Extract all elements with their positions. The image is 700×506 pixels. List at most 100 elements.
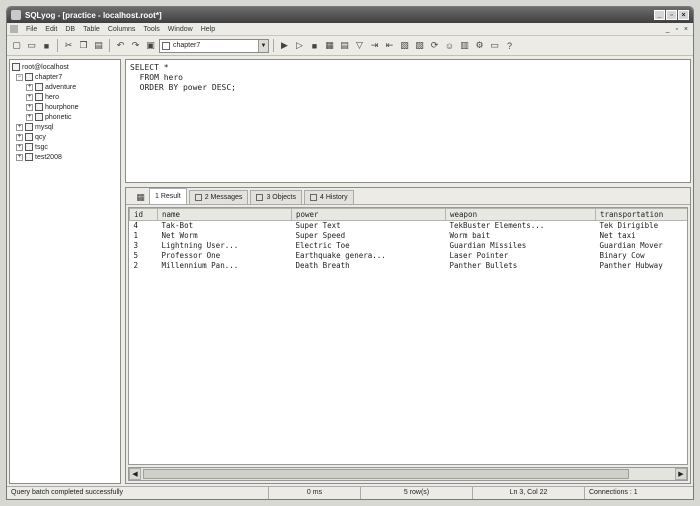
scroll-right-icon[interactable]: ▶: [675, 468, 687, 480]
stop-icon[interactable]: ■: [308, 39, 321, 52]
collapse-icon[interactable]: −: [16, 73, 23, 81]
table-row[interactable]: 5 Professor One Earthquake genera... Las…: [130, 251, 688, 261]
tree-db-test2008[interactable]: + test2008: [12, 152, 118, 162]
expand-icon[interactable]: +: [16, 143, 23, 151]
tab-history[interactable]: 4 History: [304, 190, 354, 204]
tree-table-hero[interactable]: + hero: [12, 92, 118, 102]
table-cell[interactable]: Laser Pointer: [446, 251, 596, 261]
expand-icon[interactable]: +: [16, 133, 23, 141]
column-header-weapon[interactable]: weapon: [445, 208, 596, 221]
mdi-controls[interactable]: _ ▫ ×: [666, 26, 690, 33]
table-row[interactable]: 2 Millennium Pan... Death Breath Panther…: [130, 261, 688, 271]
table-cell[interactable]: 1: [130, 231, 158, 241]
menu-edit[interactable]: Edit: [41, 26, 61, 33]
table-cell[interactable]: Tak-Bot: [158, 221, 292, 231]
export-icon[interactable]: ⇥: [368, 39, 381, 52]
new-file-icon[interactable]: ▢: [10, 39, 23, 52]
import-icon[interactable]: ⇤: [383, 39, 396, 52]
execute-query-icon[interactable]: ▶: [278, 39, 291, 52]
table-row[interactable]: 1 Net Worm Super Speed Worm bait Net tax…: [130, 231, 688, 241]
query-editor[interactable]: SELECT * FROM hero ORDER BY power DESC;: [125, 59, 691, 183]
table-cell[interactable]: Panther Hubway: [596, 261, 688, 271]
table-cell[interactable]: Net Worm: [158, 231, 292, 241]
column-header-id[interactable]: id: [129, 208, 158, 221]
table-cell[interactable]: Death Breath: [292, 261, 446, 271]
table-cell[interactable]: Binary Cow: [596, 251, 688, 261]
column-header-name[interactable]: name: [157, 208, 292, 221]
grid-icon[interactable]: ▤: [338, 39, 351, 52]
menu-columns[interactable]: Columns: [104, 26, 140, 33]
user-icon[interactable]: ☺: [443, 39, 456, 52]
execute-all-icon[interactable]: ▷: [293, 39, 306, 52]
sync-icon[interactable]: ⟳: [428, 39, 441, 52]
tree-db-tsgc[interactable]: + tsgc: [12, 142, 118, 152]
tools-icon[interactable]: ⚙: [473, 39, 486, 52]
table-cell[interactable]: 3: [130, 241, 158, 251]
result-grid[interactable]: id name power weapon transportation 4 Ta…: [128, 207, 688, 465]
expand-icon[interactable]: +: [26, 103, 33, 111]
table-cell[interactable]: Millennium Pan...: [158, 261, 292, 271]
table-cell[interactable]: Electric Toe: [292, 241, 446, 251]
table-icon[interactable]: ▦: [323, 39, 336, 52]
filter-icon[interactable]: ▽: [353, 39, 366, 52]
table-cell[interactable]: 4: [130, 221, 158, 231]
table-cell[interactable]: 2: [130, 261, 158, 271]
schema-icon[interactable]: ▧: [398, 39, 411, 52]
undo-icon[interactable]: ↶: [114, 39, 127, 52]
open-file-icon[interactable]: ▭: [25, 39, 38, 52]
table-cell[interactable]: Earthquake genera...: [292, 251, 446, 261]
scroll-left-icon[interactable]: ◀: [129, 468, 141, 480]
chart-icon[interactable]: ▥: [458, 39, 471, 52]
close-button[interactable]: ×: [678, 10, 689, 20]
tree-root[interactable]: root@localhost: [12, 62, 118, 72]
expand-icon[interactable]: +: [16, 153, 23, 161]
cut-icon[interactable]: ✂: [62, 39, 75, 52]
tree-db-mysql[interactable]: + mysql: [12, 122, 118, 132]
chevron-down-icon[interactable]: ▼: [258, 39, 268, 52]
table-cell[interactable]: Professor One: [158, 251, 292, 261]
tab-result[interactable]: 1 Result: [149, 188, 187, 204]
table-cell[interactable]: Guardian Mover: [596, 241, 688, 251]
column-header-power[interactable]: power: [291, 208, 446, 221]
copy-icon[interactable]: ❐: [77, 39, 90, 52]
table-cell[interactable]: TekBuster Elements...: [446, 221, 596, 231]
scroll-track[interactable]: [141, 468, 675, 480]
horizontal-scrollbar[interactable]: ◀ ▶: [128, 467, 688, 481]
table-cell[interactable]: Guardian Missiles: [446, 241, 596, 251]
tree-db-chapter7[interactable]: − chapter7: [12, 72, 118, 82]
table-cell[interactable]: Worm bait: [446, 231, 596, 241]
menu-help[interactable]: Help: [197, 26, 219, 33]
table-cell[interactable]: Super Speed: [292, 231, 446, 241]
expand-icon[interactable]: +: [26, 83, 33, 91]
tree-table-adventure[interactable]: + adventure: [12, 82, 118, 92]
table-cell[interactable]: Panther Bullets: [446, 261, 596, 271]
menu-file[interactable]: File: [22, 26, 41, 33]
table-row[interactable]: 3 Lightning User... Electric Toe Guardia…: [130, 241, 688, 251]
tab-messages[interactable]: 2 Messages: [188, 190, 249, 204]
menu-db[interactable]: DB: [61, 26, 79, 33]
table-cell[interactable]: Net taxi: [596, 231, 688, 241]
menu-window[interactable]: Window: [164, 26, 197, 33]
tree-table-phonetic[interactable]: + phonetic: [12, 112, 118, 122]
tree-db-qcy[interactable]: + qcy: [12, 132, 118, 142]
expand-icon[interactable]: +: [26, 93, 33, 101]
backup-icon[interactable]: ▨: [413, 39, 426, 52]
maximize-button[interactable]: ▫: [666, 10, 677, 20]
table-cell[interactable]: Super Text: [292, 221, 446, 231]
scroll-thumb[interactable]: [143, 469, 629, 479]
table-cell[interactable]: 5: [130, 251, 158, 261]
menu-tools[interactable]: Tools: [139, 26, 163, 33]
table-row[interactable]: 4 Tak-Bot Super Text TekBuster Elements.…: [130, 221, 688, 231]
save-icon[interactable]: ■: [40, 39, 53, 52]
help-icon[interactable]: ?: [503, 39, 516, 52]
expand-icon[interactable]: +: [16, 123, 23, 131]
refresh-icon[interactable]: ▣: [144, 39, 157, 52]
column-header-transportation[interactable]: transportation: [595, 208, 687, 221]
grid-view-icon[interactable]: ▦: [134, 191, 147, 204]
tab-objects[interactable]: 3 Objects: [250, 190, 303, 204]
monitor-icon[interactable]: ▭: [488, 39, 501, 52]
table-cell[interactable]: Lightning User...: [158, 241, 292, 251]
database-select[interactable]: chapter7 ▼: [159, 38, 269, 53]
expand-icon[interactable]: +: [26, 113, 33, 121]
minimize-button[interactable]: _: [654, 10, 665, 20]
